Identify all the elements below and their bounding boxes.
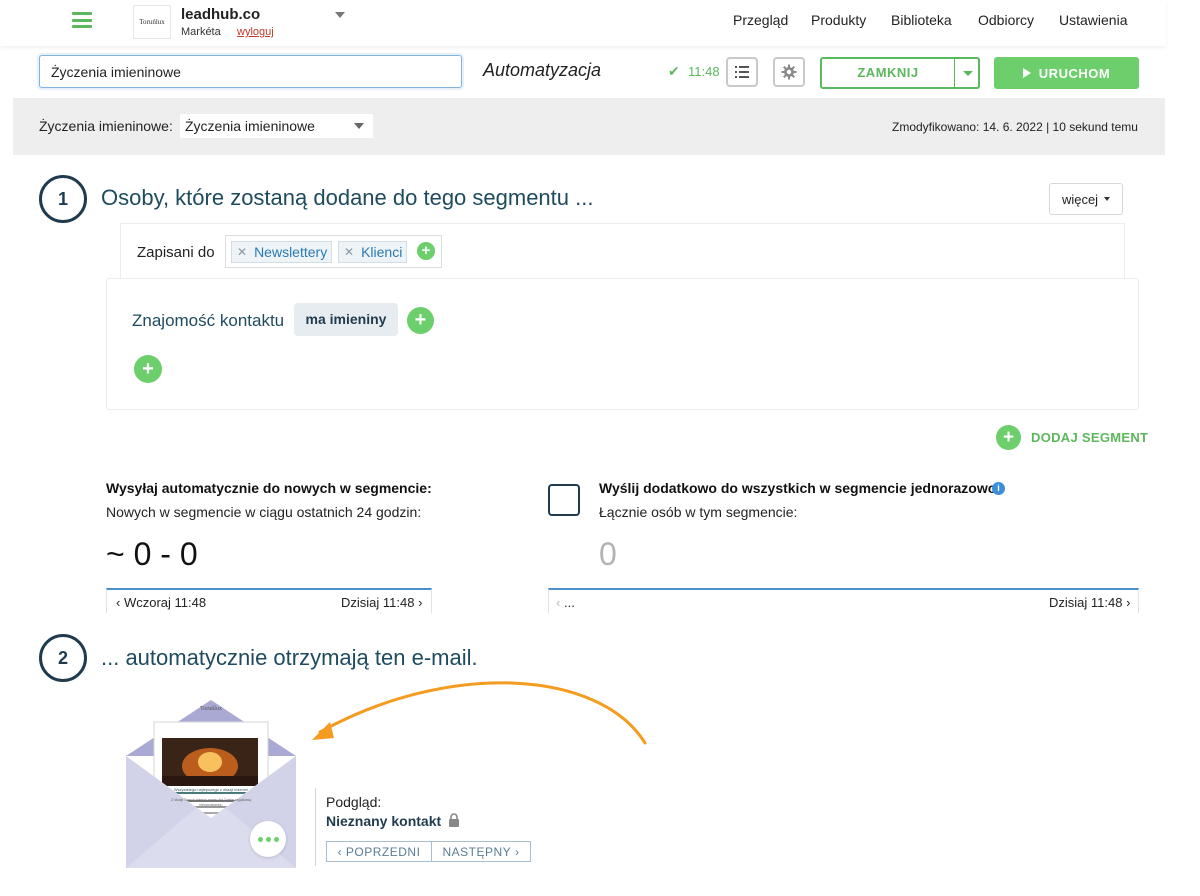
range-from[interactable]: ‹ Wczoraj 11:48 — [116, 595, 206, 610]
once-range-from[interactable]: ‹ ... — [556, 595, 575, 610]
settings-button[interactable] — [773, 57, 805, 87]
arrow-illustration — [312, 681, 647, 745]
email-thumb-body: Z okazji Twoich imienin mamy dla Ciebie … — [170, 798, 252, 807]
new-count: ~ 0 - 0 — [106, 536, 198, 572]
tag-newsletters: ✕ Newslettery — [231, 241, 332, 263]
menu-icon[interactable] — [72, 12, 92, 28]
total-count: 0 — [599, 536, 617, 572]
logout-link[interactable]: wyloguj — [237, 26, 274, 38]
automation-name-input[interactable] — [39, 55, 462, 88]
more-button[interactable]: więcej — [1049, 183, 1123, 215]
close-split-divider — [954, 59, 955, 87]
chevron-left-icon: ‹ — [556, 595, 561, 610]
nav-recipients[interactable]: Odbiorcy — [978, 12, 1034, 28]
add-group-plus-icon[interactable]: + — [134, 355, 162, 383]
chevron-down-icon — [1104, 197, 1111, 201]
once-range-to-label: Dzisiaj 11:48 — [1049, 595, 1123, 610]
dot — [265, 836, 271, 842]
nav-overview[interactable]: Przegląd — [733, 12, 788, 28]
run-button-label: URUCHOM — [1038, 65, 1111, 81]
lock-icon — [449, 813, 460, 827]
send-once-checkbox[interactable] — [548, 484, 580, 516]
knowledge-label: Znajomość kontaktu — [132, 311, 285, 330]
automation-select-value: Życzenia imieninowe — [185, 118, 315, 134]
remove-tag-icon[interactable]: ✕ — [344, 245, 354, 259]
automation-select[interactable]: Życzenia imieninowe — [180, 114, 373, 138]
condition-chip[interactable]: ma imieniny — [294, 303, 398, 336]
close-button-label: ZAMKNIJ — [857, 65, 919, 80]
automation-select-label: Życzenia imieninowe: — [39, 118, 173, 134]
add-segment-button[interactable]: DODAJ SEGMENT — [1031, 430, 1148, 445]
range-to-label: Dzisiaj 11:48 — [341, 595, 415, 610]
gear-icon — [781, 64, 797, 80]
close-options-chevron-down-icon[interactable] — [963, 71, 973, 76]
info-icon[interactable]: i — [992, 482, 1005, 495]
remove-tag-icon[interactable]: ✕ — [237, 245, 247, 259]
modified-info: Zmodyfikowano: 14. 6. 2022 | 10 sekund t… — [892, 120, 1138, 134]
play-icon — [1022, 68, 1031, 78]
account-chevron-down-icon[interactable] — [335, 12, 345, 18]
range-to[interactable]: Dzisiaj 11:48 › — [341, 595, 422, 610]
auto-send-subtitle: Nowych w segmencie w ciągu ostatnich 24 … — [106, 504, 422, 520]
preview-divider — [315, 788, 316, 866]
next-contact-button[interactable]: NASTĘPNY › — [431, 841, 531, 862]
tag-label: Newslettery — [254, 244, 328, 260]
list-icon — [735, 66, 749, 78]
add-segment-plus-icon[interactable]: + — [996, 425, 1021, 450]
once-range-from-label: ... — [563, 595, 575, 610]
list-view-button[interactable] — [726, 57, 758, 87]
page-title: Automatyzacja — [483, 60, 602, 80]
dot — [257, 836, 263, 842]
run-button[interactable]: URUCHOM — [994, 57, 1139, 89]
preview-label: Podgląd: — [326, 794, 382, 810]
nav-products[interactable]: Produkty — [811, 12, 866, 28]
chevron-left-icon: ‹ — [337, 844, 346, 859]
next-label: NASTĘPNY — [442, 844, 512, 859]
tag-label: Klienci — [361, 244, 403, 260]
chevron-right-icon: › — [511, 844, 520, 859]
prev-label: POPRZEDNI — [345, 844, 421, 859]
step-1-badge: 1 — [39, 175, 87, 223]
tag-customers: ✕ Klienci — [338, 241, 407, 263]
email-thumb-headline: Wszystkiego najlepszego z okazji imienin… — [173, 787, 249, 792]
nav-settings[interactable]: Ustawienia — [1059, 12, 1127, 28]
more-button-label: więcej — [1061, 191, 1099, 207]
prev-contact-button[interactable]: ‹ POPRZEDNI — [326, 841, 432, 862]
once-range-to[interactable]: Dzisiaj 11:48 › — [1049, 595, 1130, 610]
account-name: leadhub.co — [181, 6, 261, 23]
saved-time: 11:48 — [688, 64, 720, 79]
dot — [273, 836, 279, 842]
step-2-badge: 2 — [39, 634, 87, 682]
step-1-title: Osoby, które zostaną dodane do tego segm… — [101, 185, 594, 210]
email-options-button[interactable] — [250, 821, 286, 857]
automation-editor: Toruńlux leadhub.co Markéta wyloguj Prze… — [0, 0, 1200, 896]
add-condition-plus-icon[interactable]: + — [407, 307, 434, 334]
step-2-title: ... automatycznie otrzymają ten e-mail. — [101, 645, 478, 670]
knowledge-condition-box — [106, 278, 1139, 410]
send-once-title: Wyślij dodatkowo do wszystkich w segmenc… — [599, 480, 1001, 496]
subscribed-label: Zapisani do — [137, 244, 215, 261]
send-once-subtitle: Łącznie osób w tym segmencie: — [599, 504, 798, 520]
preview-contact-name: Nieznany kontakt — [326, 813, 442, 829]
nav-library[interactable]: Biblioteka — [891, 12, 952, 28]
range-from-label: Wczoraj 11:48 — [123, 595, 207, 610]
preview-contact: Nieznany kontakt — [326, 813, 460, 829]
account-logo: Toruńlux — [133, 5, 171, 39]
auto-send-title: Wysyłaj automatycznie do nowych w segmen… — [106, 480, 432, 496]
add-list-plus-icon[interactable]: + — [417, 242, 435, 260]
email-thumb-brand: Toruńlux — [200, 706, 222, 712]
close-button[interactable]: ZAMKNIJ — [820, 57, 980, 89]
account-user: Markéta — [181, 26, 221, 38]
saved-check-icon: ✔ — [668, 63, 680, 79]
chevron-down-icon — [354, 123, 364, 129]
